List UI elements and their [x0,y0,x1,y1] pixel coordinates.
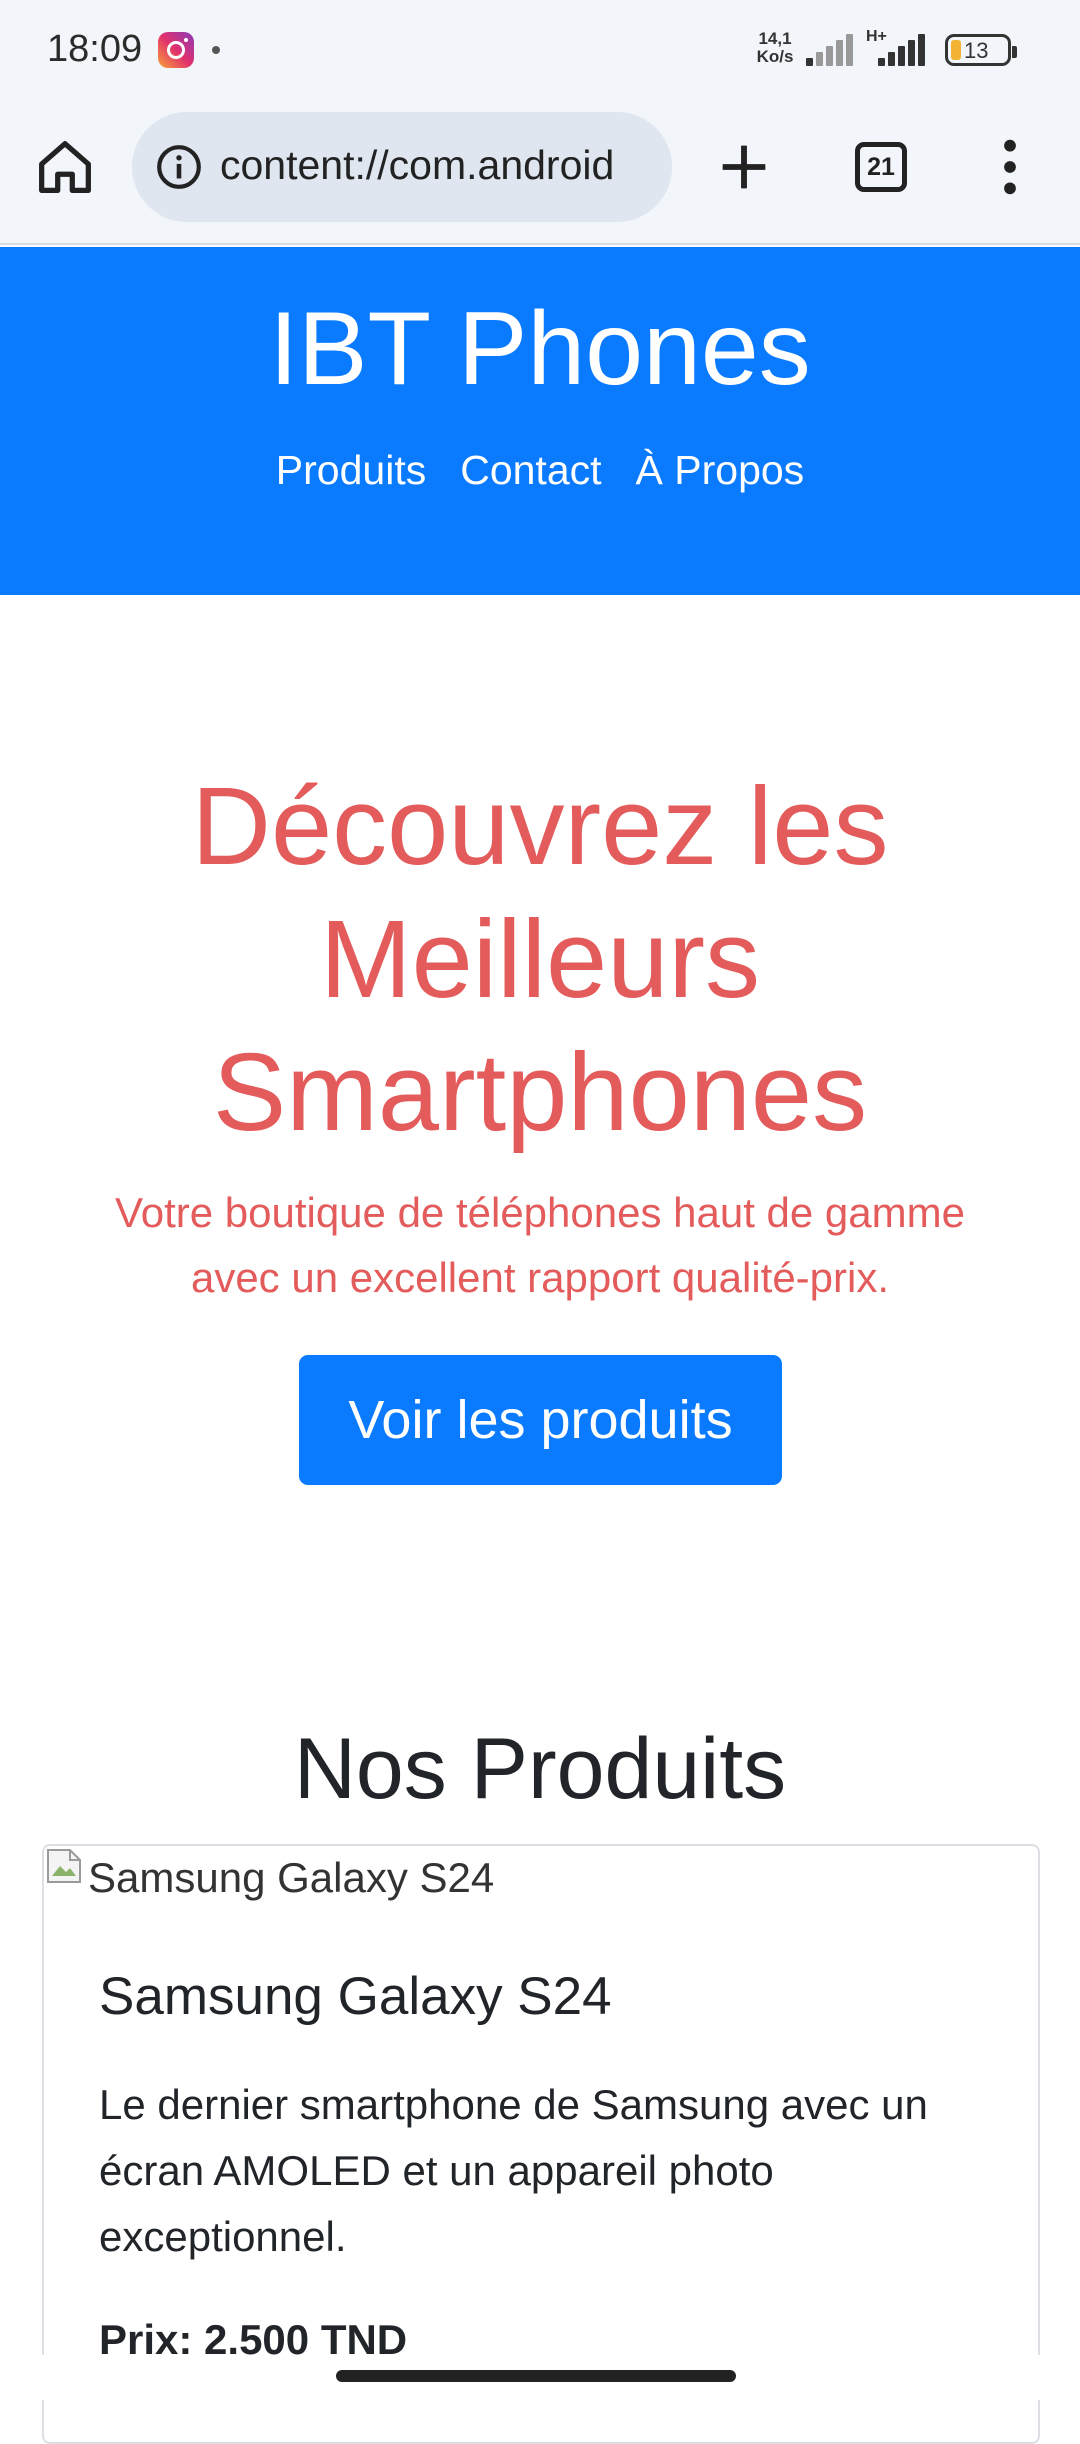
hero-subtitle-line: avec un excellent rapport qualité-prix. [190,1254,890,1301]
products-section-title: Nos Produits [293,1721,787,1817]
url-text[interactable]: content://com.android [220,142,614,189]
gesture-handle[interactable] [336,2370,736,2382]
plus-icon [722,145,766,189]
hero-title: Découvrez les Meilleurs Smartphones [80,760,1000,1159]
signal-icon [806,34,856,66]
network-speed: 14,1 Ko/s [752,30,798,66]
status-time: 18:09 [47,28,143,70]
product-description-line: Le dernier smartphone de Samsung avec un [99,2081,928,2128]
hero-title-line: Découvrez les [191,765,889,888]
info-icon[interactable] [154,142,204,192]
site-nav: Produits Contact À Propos [0,447,1080,494]
more-menu-button[interactable] [990,135,1030,199]
broken-image-icon [47,1849,81,1883]
site-header: IBT Phones Produits Contact À Propos [0,247,1080,595]
hero-subtitle: Votre boutique de téléphones haut de gam… [60,1180,1020,1310]
battery-icon: 13 [945,34,1017,66]
network-speed-unit: Ko/s [756,47,794,66]
tab-count: 21 [867,152,895,181]
nav-link-a-propos[interactable]: À Propos [636,447,805,494]
product-card[interactable]: Samsung Galaxy S24 Samsung Galaxy S24 Le… [42,1844,1040,2444]
network-speed-value: 14,1 [758,29,792,48]
product-description-line: écran AMOLED et un appareil photo [99,2147,774,2194]
nav-link-produits[interactable]: Produits [276,447,426,494]
more-vert-icon [1004,139,1016,195]
site-title: IBT Phones [269,291,811,407]
product-description: Le dernier smartphone de Samsung avec un… [99,2072,999,2270]
product-description-line: exceptionnel. [99,2213,347,2260]
hero-subtitle-line: Votre boutique de téléphones haut de gam… [115,1189,965,1236]
tabs-button[interactable]: 21 [855,142,907,192]
home-button[interactable] [30,132,100,202]
hero-title-line: Meilleurs [319,898,761,1021]
browser-toolbar: content://com.android 21 [0,100,1080,245]
status-bar: 18:09 14,1 Ko/s H+ 13 [0,0,1080,100]
hero-title-line: Smartphones [212,1031,868,1154]
battery-level: 13 [964,38,989,63]
notification-dot-icon [212,46,220,54]
nav-link-contact[interactable]: Contact [460,447,601,494]
signal-icon [878,34,928,66]
url-bar[interactable]: content://com.android [132,112,672,222]
home-icon [39,141,91,193]
product-image-alt: Samsung Galaxy S24 [88,1854,495,1901]
view-products-button[interactable]: Voir les produits [299,1355,782,1485]
new-tab-button[interactable] [712,135,776,199]
product-name: Samsung Galaxy S24 [99,1967,612,2026]
instagram-icon [158,32,194,68]
